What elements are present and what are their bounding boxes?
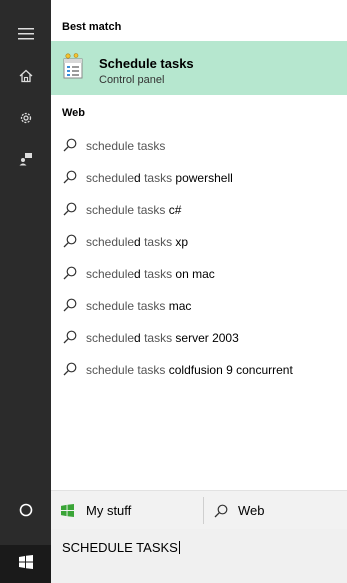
web-suggestion-item[interactable]: schedule tasks mac <box>51 290 347 322</box>
settings-icon[interactable] <box>0 98 51 138</box>
web-suggestion-text: schedule tasks <box>86 139 165 153</box>
query-part: schedule <box>86 203 135 217</box>
search-icon <box>63 170 77 184</box>
web-suggestion-text: scheduled tasks xp <box>86 235 188 249</box>
web-suggestion-text: schedule tasks c# <box>86 203 181 217</box>
windows-logo-icon <box>61 503 75 518</box>
query-part: tasks <box>140 235 173 249</box>
search-results: Best match Schedule tasks Control panel <box>51 0 347 490</box>
web-suggestion-text: schedule tasks mac <box>86 299 191 313</box>
filter-bar: My stuff Web <box>51 490 347 530</box>
best-match-item[interactable]: Schedule tasks Control panel <box>51 41 347 95</box>
web-suggestion-item[interactable]: scheduled tasks server 2003 <box>51 322 347 354</box>
query-part: tasks <box>134 363 166 377</box>
cortana-circle-icon[interactable] <box>0 490 51 530</box>
web-suggestion-text: schedule tasks coldfusion 9 concurrent <box>86 363 293 377</box>
web-filter[interactable]: Web <box>214 491 334 530</box>
search-icon <box>63 138 77 152</box>
suggestion-part: d <box>134 267 141 281</box>
suggestion-part: c# <box>165 203 182 217</box>
feedback-icon[interactable] <box>0 139 51 179</box>
task-scheduler-icon <box>62 52 86 85</box>
web-suggestion-item[interactable]: scheduled tasks powershell <box>51 162 347 194</box>
suggestion-part: coldfusion 9 concurrent <box>165 363 293 377</box>
web-suggestion-item[interactable]: schedule tasks c# <box>51 194 347 226</box>
web-heading: Web <box>62 107 86 119</box>
web-suggestion-text: scheduled tasks server 2003 <box>86 331 239 345</box>
search-icon <box>63 266 77 280</box>
search-panel: Best match Schedule tasks Control panel <box>51 0 347 583</box>
search-icon <box>63 234 77 248</box>
my-stuff-label: My stuff <box>86 503 132 518</box>
suggestion-part: server 2003 <box>172 331 239 345</box>
web-suggestion-text: scheduled tasks on mac <box>86 267 215 281</box>
search-icon <box>63 202 77 216</box>
search-input-value: SCHEDULE TASKS <box>62 540 178 555</box>
web-filter-label: Web <box>238 503 265 518</box>
query-part: tasks <box>134 139 166 153</box>
query-part: schedule <box>86 363 135 377</box>
hamburger-menu-icon[interactable] <box>0 14 51 54</box>
query-part: tasks <box>134 299 166 313</box>
query-part: schedule <box>86 171 135 185</box>
suggestion-part: on mac <box>172 267 215 281</box>
query-part: tasks <box>134 203 166 217</box>
suggestion-part: d <box>134 331 141 345</box>
left-rail <box>0 0 51 583</box>
best-match-title: Schedule tasks <box>99 56 194 71</box>
query-part: schedule <box>86 299 135 313</box>
suggestion-part: d <box>134 171 141 185</box>
query-part: tasks <box>140 331 173 345</box>
suggestion-part: xp <box>172 235 189 249</box>
query-part: schedule <box>86 267 135 281</box>
search-icon <box>63 330 77 344</box>
query-part: schedule <box>86 235 135 249</box>
web-suggestion-text: scheduled tasks powershell <box>86 171 233 185</box>
web-suggestion-item[interactable]: schedule tasks <box>51 130 347 162</box>
windows-start-icon <box>18 554 33 574</box>
suggestion-part: powershell <box>172 171 233 185</box>
best-match-heading: Best match <box>62 21 122 33</box>
search-box[interactable]: SCHEDULE TASKS <box>51 529 347 583</box>
my-stuff-filter[interactable]: My stuff <box>61 491 201 530</box>
text-cursor <box>178 541 180 554</box>
web-suggestion-item[interactable]: scheduled tasks on mac <box>51 258 347 290</box>
web-suggestion-item[interactable]: schedule tasks coldfusion 9 concurrent <box>51 354 347 386</box>
search-icon <box>214 504 228 518</box>
search-icon <box>63 298 77 312</box>
query-part: tasks <box>140 267 173 281</box>
search-icon <box>63 362 77 376</box>
windows-start-button[interactable] <box>0 545 51 583</box>
home-icon[interactable] <box>0 56 51 96</box>
best-match-subtitle: Control panel <box>99 74 165 86</box>
web-suggestion-item[interactable]: scheduled tasks xp <box>51 226 347 258</box>
filter-divider <box>203 497 204 524</box>
query-part: tasks <box>140 171 173 185</box>
suggestion-part: d <box>134 235 141 249</box>
query-part: schedule <box>86 331 135 345</box>
query-part: schedule <box>86 139 135 153</box>
search-input[interactable]: SCHEDULE TASKS <box>62 540 180 555</box>
suggestion-part: mac <box>165 299 192 313</box>
